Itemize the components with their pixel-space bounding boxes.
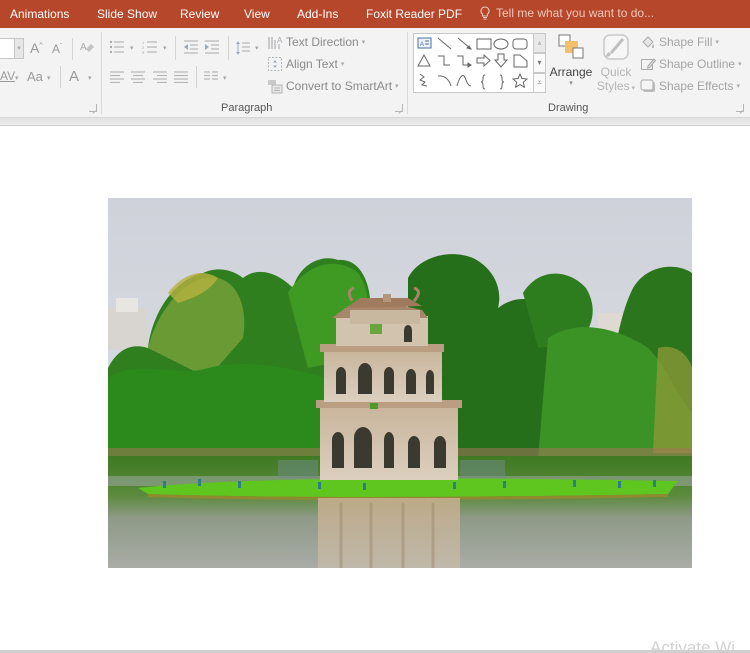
turtle-tower-photo (108, 198, 692, 568)
pencil-outline-icon (641, 58, 656, 70)
bullets-dropdown[interactable]: ▾ (130, 45, 134, 52)
numbering-dropdown[interactable]: ▾ (163, 45, 167, 52)
justify-icon[interactable] (173, 71, 189, 85)
font-color-dropdown[interactable]: ▾ (88, 75, 92, 82)
tower-reflection (318, 498, 460, 568)
arrange-label: Arrange (549, 65, 593, 79)
align-right-icon[interactable] (152, 71, 168, 85)
ribbon-tab-bar: Animations Slide Show Review View Add-In… (0, 0, 750, 28)
tab-slide-show[interactable]: Slide Show (97, 7, 157, 21)
tab-foxit-reader-pdf[interactable]: Foxit Reader PDF (366, 7, 462, 21)
tab-view[interactable]: View (244, 7, 270, 21)
tab-animations[interactable]: Animations (10, 7, 69, 21)
elbow-connector-icon[interactable] (438, 55, 450, 66)
separator (196, 66, 197, 88)
align-center-icon[interactable] (130, 71, 146, 85)
columns-icon[interactable] (203, 71, 219, 85)
font-size-dropdown[interactable]: ▾ (14, 38, 24, 59)
increase-indent-icon[interactable] (204, 40, 220, 56)
change-case-dropdown[interactable]: ▾ (47, 75, 51, 82)
group-separator (101, 32, 102, 114)
change-case-button[interactable]: Aa (27, 70, 43, 83)
arrange-icon (558, 34, 584, 59)
increase-font-size-icon[interactable]: A^ (30, 41, 43, 55)
shape-effects-icon (640, 79, 655, 92)
triangle-shape-icon[interactable] (417, 53, 431, 67)
star-shape-icon[interactable] (511, 72, 529, 89)
shapes-gallery[interactable]: A (413, 33, 534, 93)
line-spacing-icon[interactable] (235, 40, 251, 58)
tell-me-placeholder: Tell me what you want to do... (496, 6, 655, 20)
drawing-dialog-launcher[interactable] (736, 104, 744, 112)
paragraph-dialog-launcher[interactable] (395, 104, 403, 112)
right-arrow-shape-icon[interactable] (476, 53, 491, 68)
gallery-scroll-up[interactable]: ▴ (534, 33, 546, 53)
arrange-button[interactable]: Arrange ▾ (549, 33, 593, 87)
arc-shape-icon[interactable] (437, 75, 452, 87)
clear-formatting-icon[interactable]: A (79, 40, 95, 58)
text-box-icon[interactable]: A (417, 37, 432, 49)
drawing-group-label: Drawing (548, 102, 589, 114)
svg-text:3: 3 (142, 50, 145, 54)
bullets-icon[interactable] (109, 40, 125, 56)
slide-picture[interactable] (108, 198, 692, 568)
shape-fill-button[interactable]: Shape Fill ▾ (640, 34, 719, 50)
curve-shape-icon[interactable] (456, 75, 472, 87)
quick-styles-icon (603, 34, 629, 60)
separator (72, 38, 73, 60)
columns-dropdown[interactable]: ▾ (223, 75, 227, 82)
line-shape-icon[interactable] (437, 37, 452, 50)
line-spacing-dropdown[interactable]: ▾ (255, 45, 259, 52)
text-direction-icon: A (268, 36, 283, 49)
flowchart-shape-icon[interactable] (513, 54, 528, 68)
svg-text:A: A (80, 42, 87, 53)
quick-styles-label-1: Quick (600, 65, 632, 79)
separator (228, 36, 229, 60)
align-text-icon (268, 57, 282, 71)
ribbon-bottom-edge (0, 118, 750, 126)
char-spacing-dropdown[interactable]: ▾ (15, 75, 19, 82)
rounded-rectangle-shape-icon[interactable] (512, 38, 528, 50)
decrease-font-size-icon[interactable]: Aˇ (52, 43, 62, 55)
svg-text:A: A (277, 36, 283, 45)
tab-review[interactable]: Review (180, 7, 219, 21)
arrow-line-shape-icon[interactable] (457, 37, 473, 50)
separator (175, 36, 176, 60)
freeform-shape-icon[interactable] (418, 73, 428, 87)
left-brace-icon[interactable] (480, 74, 486, 90)
numbering-icon[interactable]: 123 (142, 40, 158, 56)
decrease-indent-icon[interactable] (183, 40, 199, 56)
gallery-more-button[interactable]: ⩡ (534, 73, 546, 93)
group-separator (407, 32, 408, 114)
right-brace-icon[interactable] (499, 74, 505, 90)
shape-effects-button[interactable]: Shape Effects ▾ (640, 78, 740, 94)
tab-add-ins[interactable]: Add-Ins (297, 7, 338, 21)
character-spacing-icon[interactable]: AV (0, 70, 15, 82)
separator (60, 66, 61, 88)
font-color-icon[interactable]: A (69, 69, 79, 84)
ribbon: ▾ A^ Aˇ A AV ▾ Aa ▾ A ▾ ▾ 123 ▾ ▾ ▾ A Te… (0, 28, 750, 118)
align-left-icon[interactable] (109, 71, 125, 85)
rectangle-shape-icon[interactable] (476, 38, 492, 50)
text-direction-button[interactable]: A Text Direction ▾ (267, 34, 365, 50)
svg-text:A: A (420, 42, 424, 48)
quick-styles-button[interactable]: Quick Styles ▾ (596, 33, 636, 93)
tell-me-search[interactable]: Tell me what you want to do... (480, 6, 654, 20)
lightbulb-icon (480, 6, 490, 20)
paint-bucket-icon (642, 36, 654, 48)
gallery-scroll-down[interactable]: ▾ (534, 53, 546, 73)
down-arrow-shape-icon[interactable] (493, 53, 509, 68)
oval-shape-icon[interactable] (493, 38, 509, 50)
font-dialog-launcher[interactable] (89, 104, 97, 112)
elbow-arrow-connector-icon[interactable] (457, 55, 472, 68)
shape-outline-button[interactable]: Shape Outline ▾ (640, 56, 742, 72)
paragraph-group-label: Paragraph (221, 102, 273, 114)
arrange-dropdown: ▾ (569, 80, 573, 87)
convert-to-smartart-button[interactable]: Convert to SmartArt ▾ (267, 78, 399, 94)
smartart-icon (268, 80, 283, 94)
align-text-button[interactable]: Align Text ▾ (267, 56, 344, 72)
quick-styles-label-2: Styles ▾ (596, 79, 636, 93)
